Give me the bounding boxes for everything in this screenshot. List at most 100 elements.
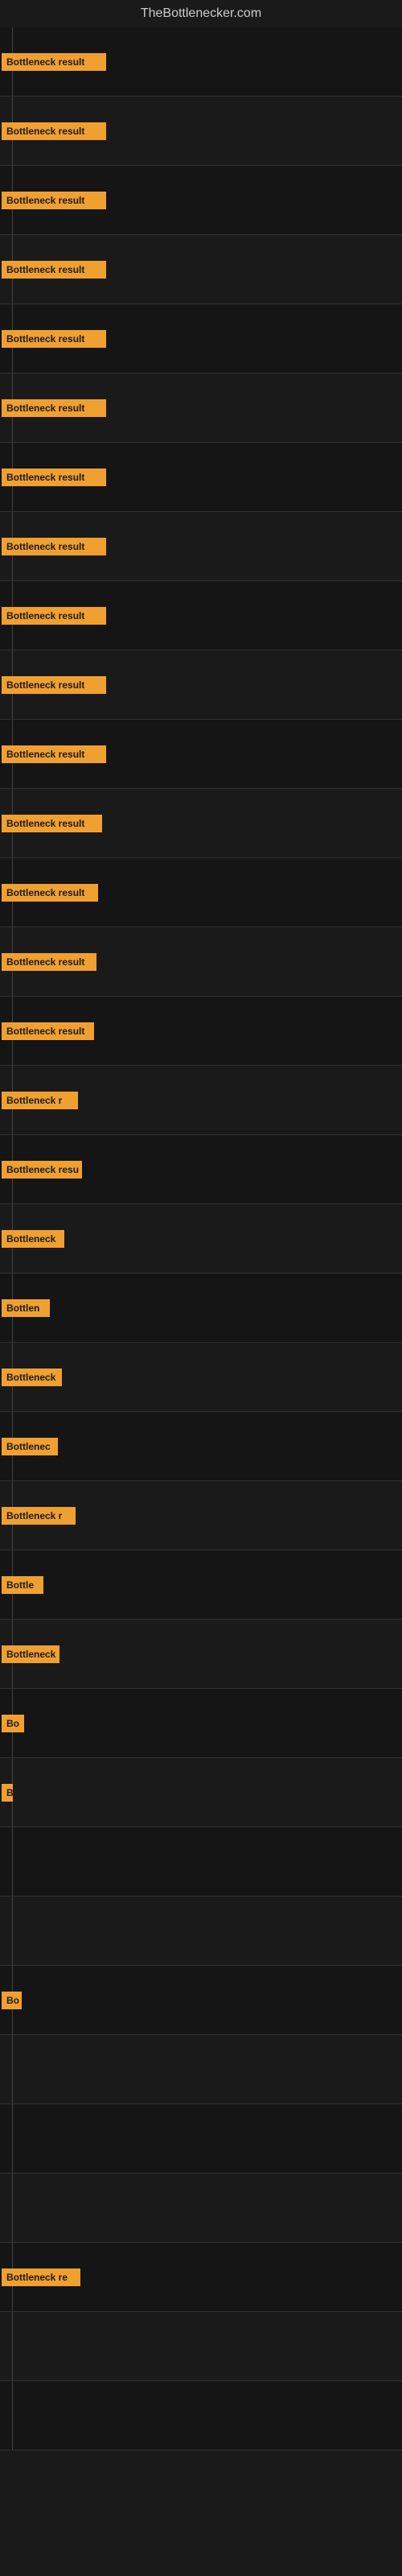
bar-row: Bottleneck result [0, 789, 402, 858]
result-bar: Bo [0, 1988, 22, 2013]
bar-row: Bottleneck re [0, 2243, 402, 2312]
result-label: Bottleneck result [2, 469, 106, 486]
result-label: Bottleneck result [2, 261, 106, 279]
result-bar: Bottleneck result [0, 881, 98, 905]
result-label: Bottlenec [2, 1438, 58, 1455]
bar-row: Bottleneck result [0, 512, 402, 581]
bar-row: Bottleneck r [0, 1066, 402, 1135]
bar-row: Bottlen [0, 1274, 402, 1343]
vertical-line [12, 2312, 13, 2381]
result-label: Bottleneck resu [2, 1161, 82, 1179]
result-bar: Bottleneck result [0, 258, 106, 282]
result-bar: Bo [0, 1711, 24, 1736]
result-bar: Bottleneck [0, 1642, 59, 1666]
result-label: Bottleneck result [2, 953, 96, 971]
result-bar: Bottleneck r [0, 1504, 76, 1528]
result-bar: Bottleneck result [0, 673, 106, 697]
result-bar: B [0, 1781, 13, 1805]
result-label: Bottleneck result [2, 399, 106, 417]
result-label: Bottleneck result [2, 676, 106, 694]
result-label: Bottleneck r [2, 1507, 76, 1525]
vertical-line [12, 2174, 13, 2243]
result-label: Bottleneck result [2, 192, 106, 209]
bar-row [0, 1827, 402, 1897]
bar-row: Bottleneck [0, 1204, 402, 1274]
result-label: Bottleneck [2, 1368, 62, 1386]
bar-row: Bo [0, 1966, 402, 2035]
bar-row: Bottleneck result [0, 443, 402, 512]
result-label: Bottle [2, 1576, 43, 1594]
bar-row: Bottleneck result [0, 27, 402, 97]
result-bar: Bottleneck re [0, 2265, 80, 2289]
bar-row: Bottleneck resu [0, 1135, 402, 1204]
result-bar: Bottleneck result [0, 50, 106, 74]
result-label: B [2, 1784, 13, 1802]
bar-row: B [0, 1758, 402, 1827]
result-bar: Bottle [0, 1573, 43, 1597]
result-bar: Bottleneck result [0, 811, 102, 836]
vertical-line [12, 2035, 13, 2104]
result-bar: Bottleneck r [0, 1088, 78, 1113]
bar-row: Bottlenec [0, 1412, 402, 1481]
result-bar: Bottleneck result [0, 535, 106, 559]
result-label: Bottleneck r [2, 1092, 78, 1109]
result-label: Bottleneck result [2, 53, 106, 71]
bar-row [0, 1897, 402, 1966]
result-bar: Bottlen [0, 1296, 50, 1320]
result-label: Bottleneck result [2, 607, 106, 625]
result-label: Bottleneck result [2, 330, 106, 348]
result-label: Bottleneck result [2, 1022, 94, 1040]
bar-row: Bottleneck [0, 1343, 402, 1412]
bar-row: Bottleneck r [0, 1481, 402, 1550]
result-label: Bottleneck result [2, 815, 102, 832]
result-label: Bottleneck [2, 1645, 59, 1663]
bar-row: Bottleneck result [0, 858, 402, 927]
bar-row: Bottleneck result [0, 97, 402, 166]
result-label: Bottleneck result [2, 538, 106, 555]
result-bar: Bottleneck result [0, 604, 106, 628]
bar-row: Bottleneck result [0, 997, 402, 1066]
bar-row [0, 2104, 402, 2174]
vertical-line [12, 1897, 13, 1966]
bar-row: Bo [0, 1689, 402, 1758]
bar-row [0, 2174, 402, 2243]
bar-row: Bottleneck result [0, 166, 402, 235]
bar-row: Bottleneck result [0, 374, 402, 443]
bar-row [0, 2312, 402, 2381]
result-bar: Bottleneck [0, 1365, 62, 1389]
result-label: Bottleneck [2, 1230, 64, 1248]
result-bar: Bottleneck result [0, 119, 106, 143]
bar-row: Bottleneck result [0, 581, 402, 650]
result-label: Bottleneck result [2, 122, 106, 140]
result-label: Bottleneck result [2, 745, 106, 763]
vertical-line [12, 2104, 13, 2174]
bar-row: Bottleneck result [0, 927, 402, 997]
bar-row: Bottle [0, 1550, 402, 1620]
result-bar: Bottleneck resu [0, 1158, 82, 1182]
result-label: Bottlen [2, 1299, 50, 1317]
result-bar: Bottleneck result [0, 465, 106, 489]
result-bar: Bottleneck result [0, 742, 106, 766]
result-bar: Bottleneck result [0, 1019, 94, 1043]
result-label: Bottleneck re [2, 2268, 80, 2286]
vertical-line [12, 2381, 13, 2450]
result-bar: Bottleneck result [0, 950, 96, 974]
result-bar: Bottleneck [0, 1227, 64, 1251]
bar-row [0, 2035, 402, 2104]
bars-container: Bottleneck result Bottleneck result Bottle… [0, 27, 402, 2450]
result-bar: Bottleneck result [0, 396, 106, 420]
vertical-line [12, 1827, 13, 1897]
result-bar: Bottleneck result [0, 327, 106, 351]
bar-row: Bottleneck result [0, 235, 402, 304]
result-label: Bo [2, 1992, 22, 2009]
bar-row: Bottleneck [0, 1620, 402, 1689]
bar-row: Bottleneck result [0, 720, 402, 789]
result-label: Bo [2, 1715, 24, 1732]
bar-row [0, 2381, 402, 2450]
bar-row: Bottleneck result [0, 650, 402, 720]
result-bar: Bottlenec [0, 1435, 58, 1459]
result-label: Bottleneck result [2, 884, 98, 902]
site-title: TheBottlenecker.com [0, 0, 402, 27]
bar-row: Bottleneck result [0, 304, 402, 374]
result-bar: Bottleneck result [0, 188, 106, 213]
